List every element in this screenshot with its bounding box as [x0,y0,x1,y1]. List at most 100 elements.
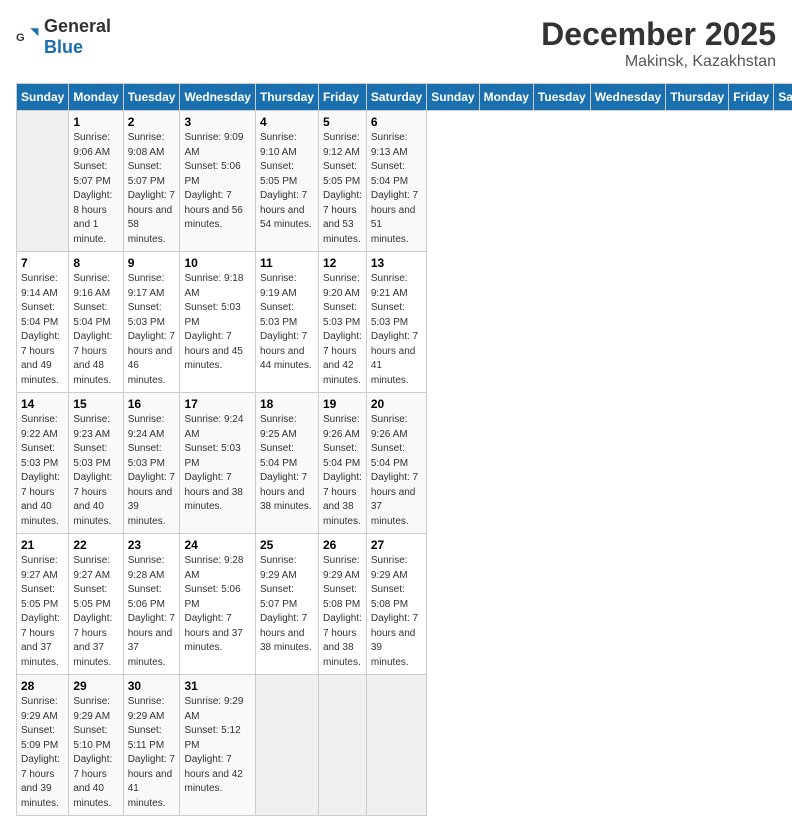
day-number: 9 [128,256,176,270]
day-detail: Sunrise: 9:29 AMSunset: 5:07 PMDaylight:… [260,554,314,656]
calendar-table: SundayMondayTuesdayWednesdayThursdayFrid… [16,83,792,816]
day-detail: Sunrise: 9:27 AMSunset: 5:05 PMDaylight:… [21,554,64,670]
calendar-cell: 29Sunrise: 9:29 AMSunset: 5:10 PMDayligh… [69,675,123,816]
day-detail: Sunrise: 9:06 AMSunset: 5:07 PMDaylight:… [73,131,118,247]
day-number: 17 [184,397,250,411]
calendar-week-4: 21 Sunrise: 9:27 AMSunset: 5:05 PMDayligh… [17,534,792,675]
calendar-cell: 5 Sunrise: 9:12 AMSunset: 5:05 PMDaylight… [318,111,366,252]
logo: G General Blue [16,16,111,58]
header-tuesday: Tuesday [123,84,180,111]
day-number: 26 [323,538,362,552]
day-detail: Sunrise: 9:17 AMSunset: 5:03 PMDaylight:… [128,272,176,388]
day-detail: Sunrise: 9:10 AMSunset: 5:05 PMDaylight:… [260,131,314,233]
day-number: 6 [371,115,422,129]
day-detail: Sunrise: 9:19 AMSunset: 5:03 PMDaylight:… [260,272,314,374]
day-number: 5 [323,115,362,129]
day-number: 18 [260,397,314,411]
day-detail: Sunrise: 9:27 AMSunset: 5:05 PMDaylight:… [73,554,118,670]
svg-text:G: G [16,32,25,44]
calendar-cell: 23 Sunrise: 9:28 AMSunset: 5:06 PMDayligh… [123,534,180,675]
day-detail: Sunrise: 9:28 AMSunset: 5:06 PMDaylight:… [184,554,250,656]
calendar-cell: 16 Sunrise: 9:24 AMSunset: 5:03 PMDayligh… [123,393,180,534]
day-detail: Sunrise: 9:24 AMSunset: 5:03 PMDaylight:… [128,413,176,529]
header-friday: Friday [318,84,366,111]
col-header-tuesday: Tuesday [533,84,590,111]
header-wednesday: Wednesday [180,84,255,111]
day-number: 28 [21,679,64,693]
calendar-cell: 10 Sunrise: 9:18 AMSunset: 5:03 PMDayligh… [180,252,255,393]
day-number: 23 [128,538,176,552]
day-number: 31 [184,679,250,693]
day-detail: Sunrise: 9:29 AMSunset: 5:09 PMDaylight:… [21,695,64,811]
day-detail: Sunrise: 9:09 AMSunset: 5:06 PMDaylight:… [184,131,250,233]
calendar-cell: 27Sunrise: 9:29 AMSunset: 5:08 PMDayligh… [366,534,426,675]
day-detail: Sunrise: 9:29 AMSunset: 5:08 PMDaylight:… [371,554,422,670]
day-detail: Sunrise: 9:29 AMSunset: 5:11 PMDaylight:… [128,695,176,811]
day-detail: Sunrise: 9:26 AMSunset: 5:04 PMDaylight:… [371,413,422,529]
day-number: 8 [73,256,118,270]
day-number: 21 [21,538,64,552]
calendar-cell [318,675,366,816]
col-header-thursday: Thursday [666,84,729,111]
day-detail: Sunrise: 9:26 AMSunset: 5:04 PMDaylight:… [323,413,362,529]
calendar-cell: 7 Sunrise: 9:14 AMSunset: 5:04 PMDaylight… [17,252,69,393]
day-number: 3 [184,115,250,129]
day-number: 16 [128,397,176,411]
day-number: 22 [73,538,118,552]
calendar-cell: 22 Sunrise: 9:27 AMSunset: 5:05 PMDayligh… [69,534,123,675]
day-detail: Sunrise: 9:13 AMSunset: 5:04 PMDaylight:… [371,131,422,247]
day-number: 2 [128,115,176,129]
day-detail: Sunrise: 9:25 AMSunset: 5:04 PMDaylight:… [260,413,314,515]
day-number: 19 [323,397,362,411]
col-header-friday: Friday [729,84,774,111]
calendar-week-1: 1 Sunrise: 9:06 AMSunset: 5:07 PMDaylight… [17,111,792,252]
page-header: G General Blue December 2025 Makinsk, Ka… [16,16,776,71]
header-thursday: Thursday [255,84,318,111]
logo-icon: G [16,25,40,49]
calendar-cell: 3 Sunrise: 9:09 AMSunset: 5:06 PMDaylight… [180,111,255,252]
day-number: 13 [371,256,422,270]
day-number: 20 [371,397,422,411]
calendar-cell [255,675,318,816]
calendar-cell [17,111,69,252]
day-detail: Sunrise: 9:28 AMSunset: 5:06 PMDaylight:… [128,554,176,670]
calendar-cell: 21 Sunrise: 9:27 AMSunset: 5:05 PMDayligh… [17,534,69,675]
day-detail: Sunrise: 9:12 AMSunset: 5:05 PMDaylight:… [323,131,362,247]
day-detail: Sunrise: 9:16 AMSunset: 5:04 PMDaylight:… [73,272,118,388]
calendar-week-3: 14Sunrise: 9:22 AMSunset: 5:03 PMDayligh… [17,393,792,534]
calendar-cell: 1 Sunrise: 9:06 AMSunset: 5:07 PMDaylight… [69,111,123,252]
day-number: 29 [73,679,118,693]
logo-text-general: General [44,16,111,36]
day-detail: Sunrise: 9:18 AMSunset: 5:03 PMDaylight:… [184,272,250,374]
calendar-cell: 9 Sunrise: 9:17 AMSunset: 5:03 PMDaylight… [123,252,180,393]
calendar-cell: 25 Sunrise: 9:29 AMSunset: 5:07 PMDayligh… [255,534,318,675]
day-number: 7 [21,256,64,270]
calendar-cell: 30Sunrise: 9:29 AMSunset: 5:11 PMDayligh… [123,675,180,816]
col-header-saturday: Saturday [774,84,792,111]
calendar-cell: 15Sunrise: 9:23 AMSunset: 5:03 PMDayligh… [69,393,123,534]
day-detail: Sunrise: 9:22 AMSunset: 5:03 PMDaylight:… [21,413,64,529]
calendar-week-5: 28 Sunrise: 9:29 AMSunset: 5:09 PMDayligh… [17,675,792,816]
day-detail: Sunrise: 9:29 AMSunset: 5:12 PMDaylight:… [184,695,250,797]
day-number: 10 [184,256,250,270]
day-detail: Sunrise: 9:14 AMSunset: 5:04 PMDaylight:… [21,272,64,388]
calendar-cell: 26Sunrise: 9:29 AMSunset: 5:08 PMDayligh… [318,534,366,675]
header-monday: Monday [69,84,123,111]
calendar-cell: 13 Sunrise: 9:21 AMSunset: 5:03 PMDayligh… [366,252,426,393]
col-header-wednesday: Wednesday [590,84,665,111]
col-header-sunday: Sunday [427,84,479,111]
day-number: 24 [184,538,250,552]
col-header-monday: Monday [479,84,533,111]
calendar-cell: 18 Sunrise: 9:25 AMSunset: 5:04 PMDayligh… [255,393,318,534]
month-title: December 2025 [541,16,776,53]
calendar-cell: 2Sunrise: 9:08 AMSunset: 5:07 PMDaylight… [123,111,180,252]
day-number: 1 [73,115,118,129]
calendar-cell: 17 Sunrise: 9:24 AMSunset: 5:03 PMDayligh… [180,393,255,534]
calendar-cell: 8 Sunrise: 9:16 AMSunset: 5:04 PMDaylight… [69,252,123,393]
day-number: 25 [260,538,314,552]
day-detail: Sunrise: 9:20 AMSunset: 5:03 PMDaylight:… [323,272,362,388]
day-detail: Sunrise: 9:24 AMSunset: 5:03 PMDaylight:… [184,413,250,515]
day-number: 11 [260,256,314,270]
calendar-cell: 14Sunrise: 9:22 AMSunset: 5:03 PMDayligh… [17,393,69,534]
day-detail: Sunrise: 9:21 AMSunset: 5:03 PMDaylight:… [371,272,422,388]
